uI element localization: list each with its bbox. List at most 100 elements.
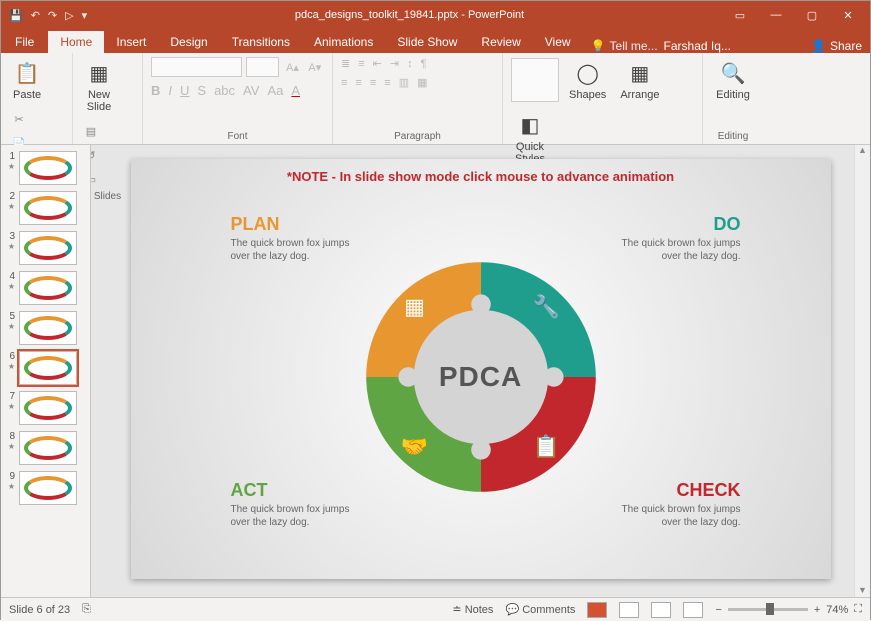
italic-button[interactable]: I xyxy=(168,83,172,98)
scroll-down-icon[interactable]: ▼ xyxy=(855,585,870,595)
tab-animations[interactable]: Animations xyxy=(302,31,385,53)
slide-thumbnail-5[interactable]: 5★ xyxy=(5,311,86,345)
change-case-button[interactable]: Aa xyxy=(267,83,283,98)
tab-transitions[interactable]: Transitions xyxy=(220,31,302,53)
arrange-label: Arrange xyxy=(620,89,659,101)
tab-slideshow[interactable]: Slide Show xyxy=(385,31,469,53)
editing-button[interactable]: 🔍 Editing xyxy=(711,57,755,103)
tab-view[interactable]: View xyxy=(533,31,583,53)
zoom-percent[interactable]: 74% xyxy=(826,604,848,616)
align-left-icon[interactable]: ≡ xyxy=(341,77,347,89)
font-color-button[interactable]: A xyxy=(291,83,300,98)
shapes-gallery[interactable] xyxy=(511,58,559,102)
align-center-icon[interactable]: ≡ xyxy=(355,77,361,89)
find-icon: 🔍 xyxy=(719,59,747,87)
slide-sorter-view-icon[interactable] xyxy=(619,602,639,618)
comments-button[interactable]: 💬 Comments xyxy=(505,603,575,616)
close-icon[interactable]: ✕ xyxy=(832,9,864,22)
tab-design[interactable]: Design xyxy=(158,31,219,53)
arrange-icon: ▦ xyxy=(626,59,654,87)
wrench-icon: 🔧 xyxy=(531,291,563,323)
vertical-scrollbar[interactable]: ▲ ▼ xyxy=(854,145,870,597)
font-family-select[interactable] xyxy=(151,57,242,77)
decrease-indent-icon[interactable]: ⇤ xyxy=(373,57,382,70)
arrange-button[interactable]: ▦ Arrange xyxy=(616,57,663,103)
slide-note-text: *NOTE - In slide show mode click mouse t… xyxy=(131,169,831,184)
quadrant-plan: PLAN The quick brown fox jumps over the … xyxy=(231,214,351,263)
redo-icon[interactable]: ↷ xyxy=(48,9,57,22)
share-label: Share xyxy=(830,39,862,53)
paste-button[interactable]: 📋 Paste xyxy=(9,57,45,103)
normal-view-icon[interactable] xyxy=(587,602,607,618)
zoom-slider[interactable] xyxy=(728,608,808,611)
increase-indent-icon[interactable]: ⇥ xyxy=(390,57,399,70)
qat-more-icon[interactable]: ▾ xyxy=(82,9,88,22)
smartart-icon[interactable]: ▦ xyxy=(417,76,427,89)
pdca-ring-diagram[interactable]: PDCA ▦ 🔧 📋 🤝 xyxy=(341,237,621,517)
tell-me-search[interactable]: 💡 Tell me... xyxy=(591,39,658,53)
scroll-up-icon[interactable]: ▲ xyxy=(855,145,870,155)
check-title: CHECK xyxy=(621,480,741,501)
maximize-icon[interactable]: ▢ xyxy=(796,9,828,22)
bullets-icon[interactable]: ≣ xyxy=(341,57,350,70)
slide-thumbnail-3[interactable]: 3★ xyxy=(5,231,86,265)
bold-button[interactable]: B xyxy=(151,83,160,98)
start-from-beginning-icon[interactable]: ▷ xyxy=(65,9,73,22)
plan-title: PLAN xyxy=(231,214,351,235)
quadrant-check: CHECK The quick brown fox jumps over the… xyxy=(621,480,741,529)
shapes-icon: ◯ xyxy=(574,59,602,87)
slide-thumbnail-1[interactable]: 1★ xyxy=(5,151,86,185)
character-spacing-button[interactable]: AV xyxy=(243,83,259,98)
align-right-icon[interactable]: ≡ xyxy=(370,77,376,89)
font-size-select[interactable] xyxy=(246,57,279,77)
user-name[interactable]: Farshad Iq... xyxy=(664,39,731,53)
fit-to-window-icon[interactable]: ⛶ xyxy=(854,603,862,616)
underline-button[interactable]: U xyxy=(180,83,189,98)
editing-label: Editing xyxy=(716,89,750,101)
tab-home[interactable]: Home xyxy=(48,31,104,53)
new-slide-button[interactable]: ▦ New Slide xyxy=(81,57,117,115)
shapes-button[interactable]: ◯ Shapes xyxy=(565,57,610,103)
increase-font-icon[interactable]: A▴ xyxy=(283,57,301,77)
columns-icon[interactable]: ▥ xyxy=(399,76,409,89)
tab-insert[interactable]: Insert xyxy=(104,31,158,53)
notes-button[interactable]: ≐ Notes xyxy=(452,603,493,616)
decrease-font-icon[interactable]: A▾ xyxy=(306,57,324,77)
share-button[interactable]: 👤 Share xyxy=(811,39,862,53)
numbering-icon[interactable]: ≡ xyxy=(358,58,364,70)
slide-thumbnail-4[interactable]: 4★ xyxy=(5,271,86,305)
group-editing: 🔍 Editing Editing xyxy=(703,53,763,144)
slide-editor[interactable]: *NOTE - In slide show mode click mouse t… xyxy=(91,145,870,597)
save-icon[interactable]: 💾 xyxy=(9,9,23,22)
shadow-button[interactable]: abc xyxy=(214,83,235,98)
share-icon: 👤 xyxy=(811,39,826,53)
undo-icon[interactable]: ↶ xyxy=(31,9,40,22)
zoom-out-icon[interactable]: − xyxy=(715,604,721,616)
tab-file[interactable]: File xyxy=(1,31,48,53)
slide-canvas[interactable]: *NOTE - In slide show mode click mouse t… xyxy=(131,159,831,579)
justify-icon[interactable]: ≡ xyxy=(384,77,390,89)
slide-counter[interactable]: Slide 6 of 23 xyxy=(9,604,70,616)
strikethrough-button[interactable]: S xyxy=(197,83,206,98)
text-direction-icon[interactable]: ¶ xyxy=(421,58,427,70)
slide-thumbnail-7[interactable]: 7★ xyxy=(5,391,86,425)
zoom-in-icon[interactable]: + xyxy=(814,604,820,616)
slideshow-view-icon[interactable] xyxy=(683,602,703,618)
reading-view-icon[interactable] xyxy=(651,602,671,618)
new-slide-icon: ▦ xyxy=(85,59,113,87)
spellcheck-icon[interactable]: ⎘ xyxy=(82,603,91,616)
slide-thumbnails-panel[interactable]: 1★ 2★ 3★ 4★ 5★ 6★ 7★ 8★ 9★ xyxy=(1,145,91,597)
group-font: A▴ A▾ B I U S abc AV Aa A Font xyxy=(143,53,333,144)
ring-center-label: PDCA xyxy=(439,361,522,393)
tab-review[interactable]: Review xyxy=(469,31,532,53)
minimize-icon[interactable]: — xyxy=(760,9,792,22)
cut-icon[interactable]: ✂ xyxy=(9,109,29,129)
layout-icon[interactable]: ▤ xyxy=(81,121,101,141)
slide-thumbnail-2[interactable]: 2★ xyxy=(5,191,86,225)
ribbon-display-icon[interactable]: ▭ xyxy=(724,9,756,22)
line-spacing-icon[interactable]: ↕ xyxy=(407,58,413,70)
slide-thumbnail-6[interactable]: 6★ xyxy=(5,351,86,385)
slide-thumbnail-8[interactable]: 8★ xyxy=(5,431,86,465)
slide-thumbnail-9[interactable]: 9★ xyxy=(5,471,86,505)
zoom-control[interactable]: − + 74% ⛶ xyxy=(715,603,862,616)
